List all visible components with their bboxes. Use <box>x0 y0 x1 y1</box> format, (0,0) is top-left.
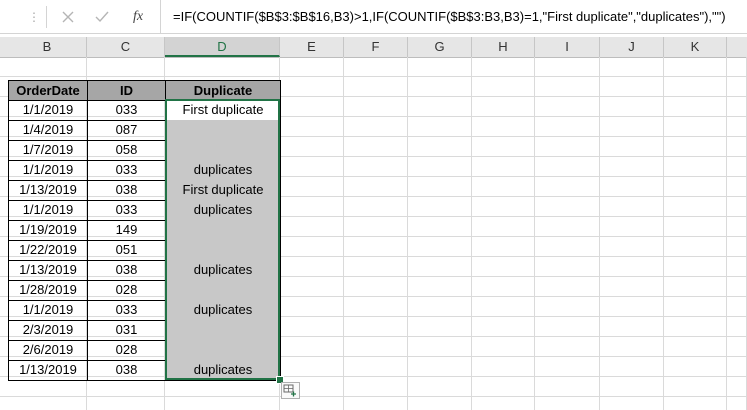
table-header-cell[interactable]: OrderDate <box>8 80 88 101</box>
gridline-vertical <box>407 57 408 410</box>
id-cell[interactable]: 038 <box>87 360 166 381</box>
duplicate-cell[interactable] <box>165 120 281 141</box>
column-header-k[interactable]: K <box>664 37 727 57</box>
column-header-e[interactable]: E <box>280 37 344 57</box>
duplicate-cell[interactable] <box>165 220 281 241</box>
more-options-icon[interactable]: ⋮ <box>28 9 40 25</box>
order-date-cell[interactable]: 1/4/2019 <box>8 120 88 141</box>
gridline-horizontal <box>0 76 747 77</box>
id-cell[interactable]: 038 <box>87 180 166 201</box>
column-header-c[interactable]: C <box>87 37 165 57</box>
check-icon[interactable] <box>92 7 112 27</box>
duplicate-cell[interactable]: duplicates <box>165 300 281 321</box>
order-date-cell[interactable]: 1/1/2019 <box>8 200 88 221</box>
id-cell[interactable]: 033 <box>87 100 166 121</box>
column-header-i[interactable]: I <box>535 37 600 57</box>
order-date-cell[interactable]: 2/6/2019 <box>8 340 88 361</box>
column-header-h[interactable]: H <box>472 37 535 57</box>
id-cell[interactable]: 031 <box>87 320 166 341</box>
order-date-cell[interactable]: 1/13/2019 <box>8 180 88 201</box>
id-cell[interactable]: 051 <box>87 240 166 261</box>
column-header-b[interactable]: B <box>8 37 87 57</box>
duplicate-cell[interactable] <box>165 280 281 301</box>
id-cell[interactable]: 033 <box>87 160 166 181</box>
duplicate-cell[interactable] <box>165 320 281 341</box>
duplicate-cell[interactable] <box>165 240 281 261</box>
formula-input[interactable]: =IF(COUNTIF($B$3:$B$16,B3)>1,IF(COUNTIF(… <box>160 0 747 33</box>
column-header-bar: BCDEFGHIJK <box>0 37 747 58</box>
duplicate-cell[interactable]: duplicates <box>165 200 281 221</box>
duplicate-cell[interactable]: First duplicate <box>165 180 281 201</box>
duplicate-cell[interactable] <box>165 340 281 361</box>
duplicate-cell[interactable]: duplicates <box>165 260 281 281</box>
order-date-cell[interactable]: 1/1/2019 <box>8 300 88 321</box>
column-header-g[interactable]: G <box>408 37 472 57</box>
id-cell[interactable]: 033 <box>87 300 166 321</box>
id-cell[interactable]: 149 <box>87 220 166 241</box>
order-date-cell[interactable]: 1/22/2019 <box>8 240 88 261</box>
gridline-vertical <box>534 57 535 410</box>
id-cell[interactable]: 087 <box>87 120 166 141</box>
gridline-vertical <box>663 57 664 410</box>
order-date-cell[interactable]: 2/3/2019 <box>8 320 88 341</box>
order-date-cell[interactable]: 1/13/2019 <box>8 360 88 381</box>
insert-function-button[interactable]: fx <box>128 7 148 27</box>
order-date-cell[interactable]: 1/28/2019 <box>8 280 88 301</box>
id-cell[interactable]: 028 <box>87 340 166 361</box>
order-date-cell[interactable]: 1/19/2019 <box>8 220 88 241</box>
duplicate-cell[interactable] <box>165 140 281 161</box>
id-cell[interactable]: 038 <box>87 260 166 281</box>
close-icon[interactable] <box>58 7 78 27</box>
gridline-vertical <box>343 57 344 410</box>
gridline-vertical <box>471 57 472 410</box>
gridline-vertical <box>599 57 600 410</box>
duplicate-cell[interactable]: duplicates <box>165 160 281 181</box>
formula-bar-divider <box>46 6 47 28</box>
column-header-j[interactable]: J <box>600 37 664 57</box>
column-header-d[interactable]: D <box>165 37 280 57</box>
table-header-cell[interactable]: ID <box>87 80 166 101</box>
id-cell[interactable]: 058 <box>87 140 166 161</box>
formula-bar: ⋮ fx =IF(COUNTIF($B$3:$B$16,B3)>1,IF(COU… <box>0 0 747 34</box>
duplicate-cell[interactable]: duplicates <box>165 360 281 381</box>
id-cell[interactable]: 033 <box>87 200 166 221</box>
id-cell[interactable]: 028 <box>87 280 166 301</box>
order-date-cell[interactable]: 1/7/2019 <box>8 140 88 161</box>
order-date-cell[interactable]: 1/13/2019 <box>8 260 88 281</box>
quick-analysis-icon[interactable] <box>281 382 300 399</box>
order-date-cell[interactable]: 1/1/2019 <box>8 100 88 121</box>
gridline-horizontal <box>0 396 747 397</box>
order-date-cell[interactable]: 1/1/2019 <box>8 160 88 181</box>
table-header-cell[interactable]: Duplicate <box>165 80 281 101</box>
duplicate-cell[interactable]: First duplicate <box>165 100 281 121</box>
column-header-f[interactable]: F <box>344 37 408 57</box>
gridline-vertical <box>726 57 727 410</box>
